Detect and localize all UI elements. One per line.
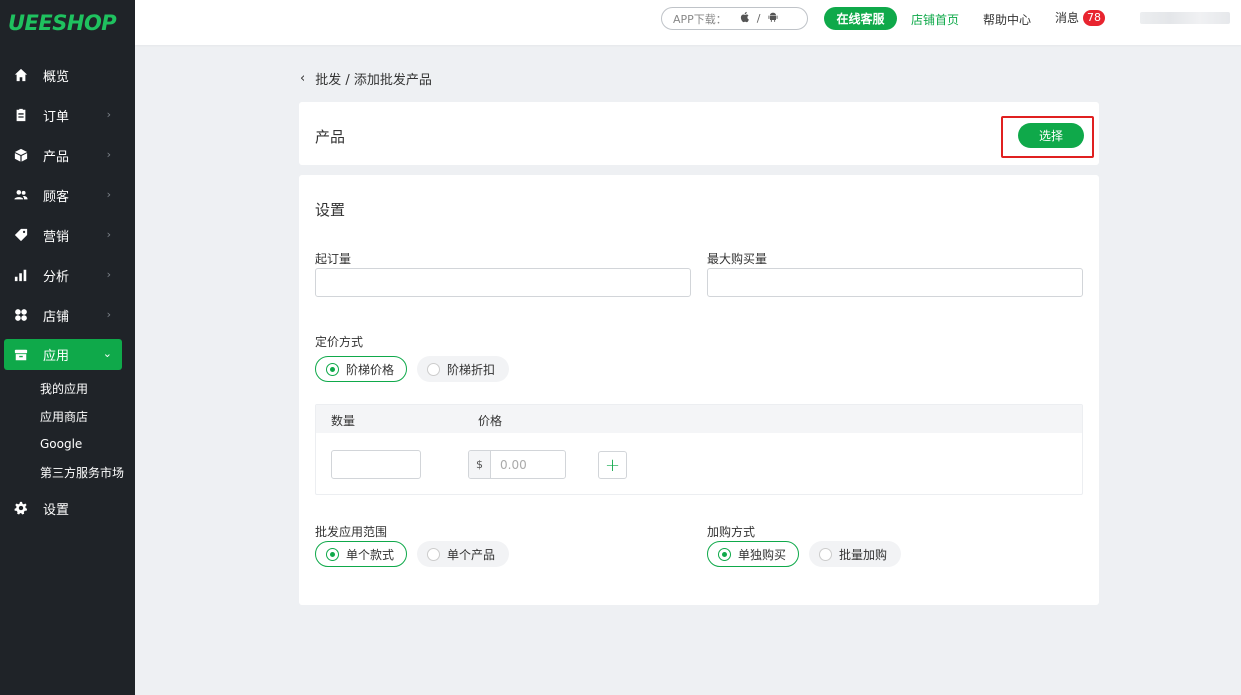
app-download-separator: / (756, 12, 761, 25)
sidebar-item-label: 店铺 (43, 309, 70, 325)
radio-checked-icon (326, 362, 339, 376)
chevron-right-icon: › (106, 108, 111, 121)
chevron-right-icon: › (106, 268, 111, 281)
max-purchase-label: 最大购买量 (707, 252, 768, 266)
sidebar-item-orders[interactable]: 订单 › (0, 95, 135, 135)
top-bar: APP下载： / 在线客服 店铺首页 帮助中心 消息 78 (135, 0, 1241, 45)
tier-qty-input[interactable] (331, 450, 421, 479)
sidebar-subitem-my-apps[interactable]: 我的应用 (40, 374, 135, 402)
apps-submenu: 我的应用 应用商店 Google 第三方服务市场 (0, 374, 135, 486)
sidebar-item-store[interactable]: 店铺 › (0, 295, 135, 335)
clipboard-icon (13, 107, 29, 123)
radio-checked-icon (326, 547, 339, 561)
user-account[interactable] (1140, 12, 1230, 24)
sidebar-item-analytics[interactable]: 分析 › (0, 255, 135, 295)
tier-price-input[interactable]: $ 0.00 (468, 450, 566, 479)
price-placeholder: 0.00 (500, 457, 527, 472)
sidebar-item-label: 订单 (43, 109, 70, 125)
app-download[interactable]: APP下载： / (661, 7, 808, 30)
messages-link[interactable]: 消息 78 (1055, 9, 1106, 26)
sidebar-item-label: 分析 (43, 269, 70, 285)
sidebar-item-label: 设置 (43, 502, 70, 518)
min-order-input[interactable] (315, 268, 691, 297)
radio-individual-purchase[interactable]: 单独购买 (707, 541, 799, 567)
sidebar-item-customers[interactable]: 顾客 › (0, 175, 135, 215)
product-section-title: 产品 (315, 128, 346, 146)
sidebar-subitem-third-party[interactable]: 第三方服务市场 (40, 458, 135, 486)
wholesale-scope-label: 批发应用范围 (315, 525, 388, 539)
currency-symbol: $ (469, 451, 491, 478)
radio-label: 阶梯折扣 (447, 362, 496, 377)
sidebar-item-label: 营销 (43, 229, 70, 245)
min-order-label: 起订量 (315, 252, 352, 266)
grid-icon (13, 307, 29, 323)
chevron-down-icon: ⌄ (102, 347, 112, 360)
radio-single-product[interactable]: 单个产品 (417, 541, 509, 567)
price-header: 价格 (478, 414, 503, 428)
radio-checked-icon (718, 547, 731, 561)
radio-unchecked-icon (819, 547, 832, 561)
sidebar-item-apps[interactable]: 应用 ⌄ (4, 339, 122, 370)
sidebar-item-label: 应用 (43, 349, 70, 364)
radio-bulk-add[interactable]: 批量加购 (809, 541, 901, 567)
customer-service-button[interactable]: 在线客服 (824, 7, 897, 30)
max-purchase-input[interactable] (707, 268, 1083, 297)
apple-icon[interactable] (739, 11, 751, 26)
radio-label: 单个产品 (447, 547, 496, 562)
home-icon (13, 67, 29, 83)
plus-icon: + (604, 454, 621, 476)
tier-price-table: 数量 价格 $ 0.00 + (315, 404, 1083, 495)
radio-label: 单个款式 (346, 547, 395, 562)
radio-tier-discount[interactable]: 阶梯折扣 (417, 356, 509, 382)
product-card: 产品 选择 (299, 102, 1099, 165)
settings-section-title: 设置 (315, 201, 346, 219)
radio-label: 批量加购 (839, 547, 888, 562)
message-count-badge: 78 (1083, 9, 1106, 26)
sidebar-item-overview[interactable]: 概览 (0, 55, 135, 95)
store-home-link[interactable]: 店铺首页 (911, 11, 959, 28)
chevron-right-icon: › (106, 308, 111, 321)
chevron-right-icon: › (106, 188, 111, 201)
radio-tier-price[interactable]: 阶梯价格 (315, 356, 407, 382)
radio-single-variant[interactable]: 单个款式 (315, 541, 407, 567)
tag-icon (13, 227, 29, 243)
purchase-method-label: 加购方式 (707, 525, 756, 539)
sidebar-item-label: 产品 (43, 149, 70, 165)
sidebar-item-marketing[interactable]: 营销 › (0, 215, 135, 255)
qty-header: 数量 (331, 414, 356, 428)
tier-table-header: 数量 价格 (316, 405, 1082, 433)
radio-label: 阶梯价格 (346, 362, 395, 377)
back-icon[interactable]: ‹ (300, 71, 305, 86)
sidebar-nav: 概览 订单 › 产品 › 顾客 › 营销 › 分析 › 店铺 › 应用 ⌄ 我的… (0, 55, 135, 528)
sidebar-item-settings[interactable]: 设置 (0, 488, 135, 528)
breadcrumb-text: 批发 / 添加批发产品 (315, 73, 432, 88)
help-center-link[interactable]: 帮助中心 (983, 11, 1031, 28)
select-highlight: 选择 (1001, 116, 1094, 158)
app-download-label: APP下载： (673, 12, 727, 26)
select-product-button[interactable]: 选择 (1018, 123, 1084, 148)
radio-unchecked-icon (427, 362, 440, 376)
sidebar-subitem-app-store[interactable]: 应用商店 (40, 402, 135, 430)
add-tier-button[interactable]: + (598, 451, 627, 479)
sidebar: UEESHOP 概览 订单 › 产品 › 顾客 › 营销 › 分析 › 店铺 ›… (0, 0, 135, 695)
sidebar-item-label: 概览 (43, 69, 70, 85)
box-icon (13, 147, 29, 163)
radio-unchecked-icon (427, 547, 440, 561)
archive-icon (13, 347, 29, 363)
gear-icon (13, 500, 29, 516)
breadcrumb: ‹ 批发 / 添加批发产品 (300, 69, 432, 88)
pricing-method-label: 定价方式 (315, 335, 364, 349)
chevron-right-icon: › (106, 148, 111, 161)
settings-card: 设置 起订量 最大购买量 定价方式 阶梯价格 阶梯折扣 数量 价格 $ 0.00… (299, 175, 1099, 605)
sidebar-subitem-google[interactable]: Google (40, 430, 135, 458)
sidebar-item-label: 顾客 (43, 189, 70, 205)
radio-label: 单独购买 (738, 547, 787, 562)
chevron-right-icon: › (106, 228, 111, 241)
brand-logo[interactable]: UEESHOP (0, 0, 135, 45)
android-icon[interactable] (767, 11, 779, 26)
users-icon (13, 187, 29, 203)
messages-label: 消息 (1055, 11, 1080, 25)
sidebar-item-products[interactable]: 产品 › (0, 135, 135, 175)
bar-chart-icon (13, 267, 29, 283)
